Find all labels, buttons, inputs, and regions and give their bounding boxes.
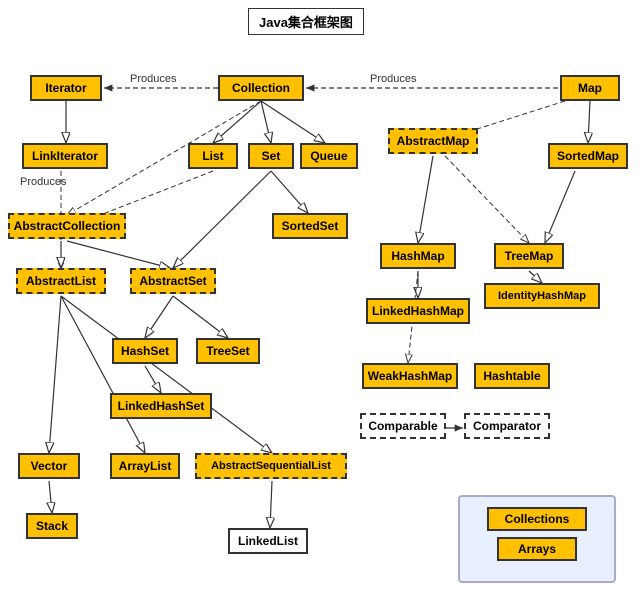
node-sortedset: SortedSet (272, 213, 348, 239)
node-arraylist: ArrayList (110, 453, 180, 479)
node-collection: Collection (218, 75, 304, 101)
svg-text:Produces: Produces (20, 176, 67, 188)
node-identityhashmap: IdentityHashMap (484, 283, 600, 309)
node-map: Map (560, 75, 620, 101)
node-sortedmap: SortedMap (548, 143, 628, 169)
diagram-container: Java集合框架图 Produces (0, 0, 643, 611)
node-weakhashmap: WeakHashMap (362, 363, 458, 389)
node-abstractset: AbstractSet (130, 268, 216, 294)
node-linkedhashset: LinkedHashSet (110, 393, 212, 419)
node-queue: Queue (300, 143, 358, 169)
svg-text:Produces: Produces (130, 73, 177, 85)
node-stack: Stack (26, 513, 78, 539)
node-linkiterator: LinkIterator (22, 143, 108, 169)
node-hashmap: HashMap (380, 243, 456, 269)
node-set: Set (248, 143, 294, 169)
node-abstractlist: AbstractList (16, 268, 106, 294)
node-comparable: Comparable (360, 413, 446, 439)
node-abstractsequentiallist: AbstractSequentialList (195, 453, 347, 479)
node-treeset: TreeSet (196, 338, 260, 364)
svg-text:Produces: Produces (370, 73, 417, 85)
node-linkedlist: LinkedList (228, 528, 308, 554)
node-abstractmap: AbstractMap (388, 128, 478, 154)
node-abstractcollection: AbstractCollection (8, 213, 126, 239)
node-iterator: Iterator (30, 75, 102, 101)
node-linkedhashmap: LinkedHashMap (366, 298, 470, 324)
legend-collections: Collections (487, 507, 587, 531)
node-hashset: HashSet (112, 338, 178, 364)
node-comparator: Comparator (464, 413, 550, 439)
node-vector: Vector (18, 453, 80, 479)
legend-box: Collections Arrays (458, 495, 616, 583)
node-list: List (188, 143, 238, 169)
legend-arrays: Arrays (497, 537, 577, 561)
node-hashtable: Hashtable (474, 363, 550, 389)
diagram-title: Java集合框架图 (248, 8, 364, 35)
node-treemap: TreeMap (494, 243, 564, 269)
